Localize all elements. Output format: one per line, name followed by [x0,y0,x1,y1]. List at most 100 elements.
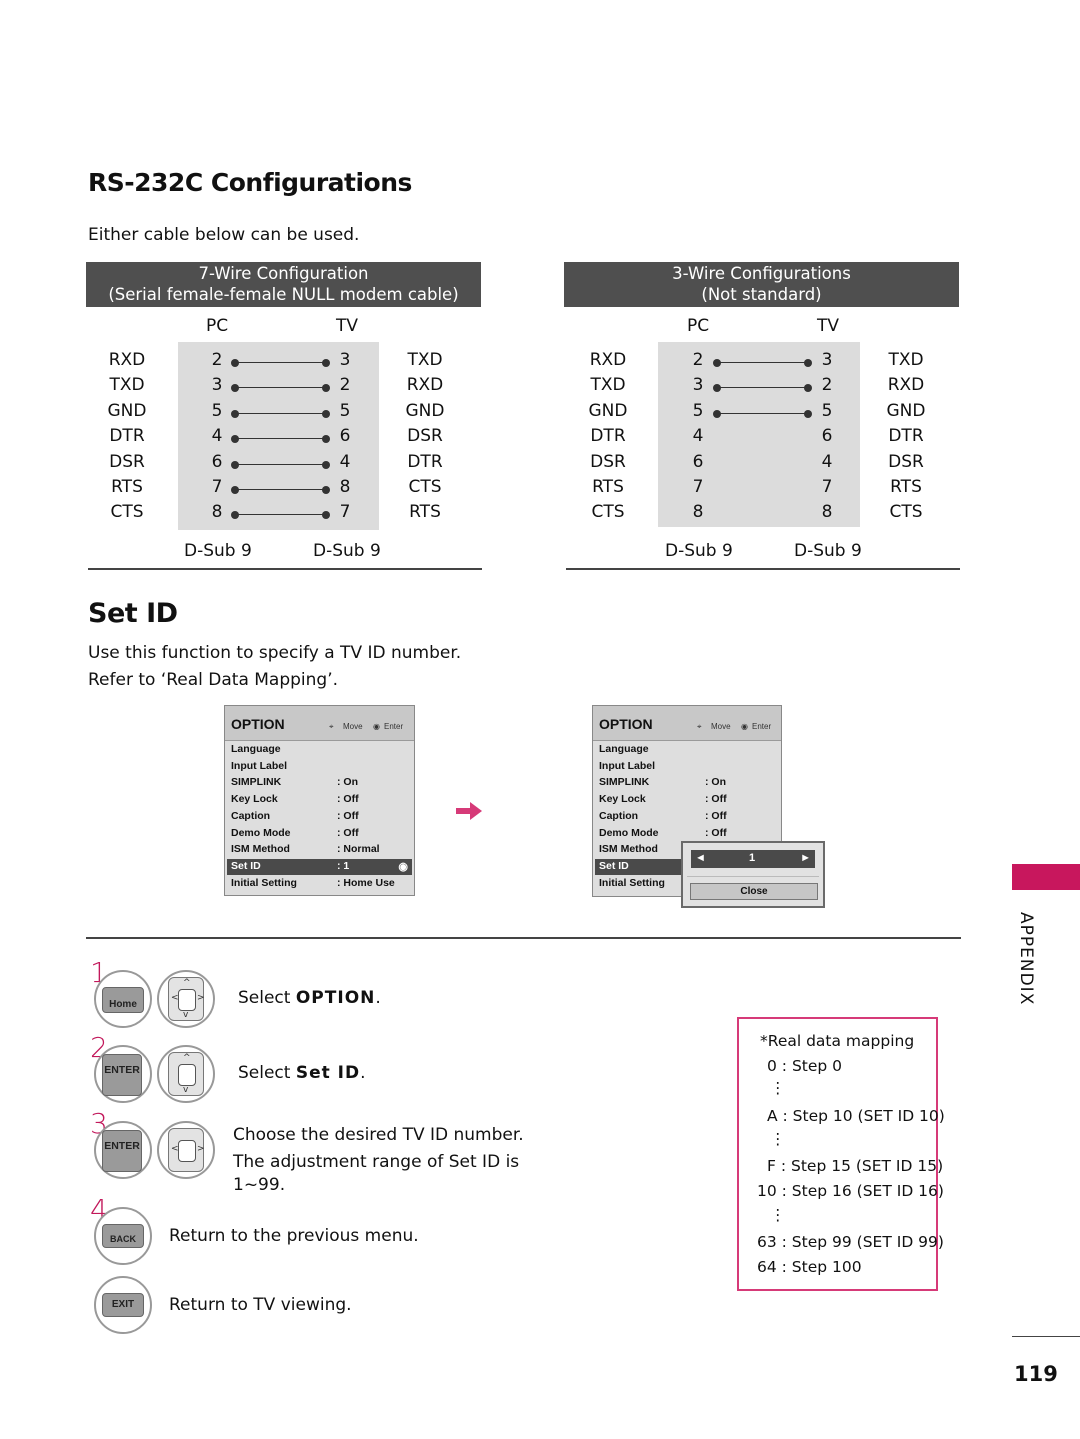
tv-pin: 4 [821,451,833,472]
pin-dot [322,435,330,444]
menu-item[interactable]: Key Lock: Off [227,792,412,808]
mapping-line: 63 : Step 99 (SET ID 99) [757,1233,944,1251]
pc-pin: 7 [211,477,223,497]
tv-connector: D-Sub 9 [313,541,381,561]
pin-dot [713,384,721,393]
appendix-label-wrap: APPENDIX [1012,912,1040,1012]
id-stepper[interactable]: ◄ 1 ► [691,850,815,868]
option-menu: OPTION ⌖ Move ◉ Enter Language Input Labe… [224,705,415,896]
dpad-icon[interactable]: ^ v [168,1052,204,1096]
menu-item-value: : Off [337,809,359,822]
step-1: 1 Home ^ v < > Select OPTION. [86,956,526,1032]
pc-label: PC [687,316,710,336]
chevron-down-icon: v [183,1085,189,1095]
pc-signal: DTR [109,426,145,447]
menu-item[interactable]: Initial Setting: Home Use [227,876,412,892]
menu-item-label: Input Label [599,759,655,772]
menu-item[interactable]: Input Label [227,759,412,775]
pin-dot [322,511,330,520]
menu-item[interactable]: Caption: Off [595,809,779,825]
tv-pin: 5 [339,400,351,421]
menu-item[interactable]: Language [595,742,779,758]
instruction-target: Set ID [295,1063,361,1083]
mapping-line: 0 : Step 0 [767,1057,843,1075]
tv-signal: TXD [407,350,443,370]
tv-pin: 8 [339,477,351,497]
back-button[interactable]: BACK [102,1224,144,1248]
pc-pin: 8 [692,502,704,523]
enter-hint: Enter [752,722,772,731]
enter-button[interactable]: ENTER [102,1054,142,1096]
menu-item-value: : Off [337,793,359,806]
header-line2: (Serial female-female NULL modem cable) [108,285,459,304]
pc-signal: DTR [590,426,626,447]
menu-item[interactable]: Demo Mode: Off [227,826,412,842]
menu-item[interactable]: ISM Method: Normal [227,842,412,858]
seven-wire-config: 7-Wire Configuration (Serial female-fema… [86,262,482,572]
pin-dot [231,511,239,520]
pc-signal: RTS [111,477,143,497]
menu-item-label: Caption [599,809,639,822]
menu-item-label: Set ID [599,859,629,872]
tv-label: TV [817,316,840,336]
pin-row: DSR 6 4 DSR [564,452,964,476]
pc-pin: 5 [692,400,704,421]
menu-item-label: Initial Setting [599,876,665,889]
step-instruction: Return to the previous menu. [169,1226,419,1246]
menu-item[interactable]: SIMPLINK: On [227,775,412,791]
move-icon: ⌖ [329,722,334,731]
pin-dot [804,409,812,418]
mapping-line: 10 : Step 16 (SET ID 16) [757,1182,944,1200]
pc-pin: 6 [211,451,223,472]
tv-pin: 3 [821,350,833,370]
move-icon: ⌖ [697,722,702,731]
wire [235,438,326,440]
enter-button[interactable]: ENTER [102,1130,142,1172]
menu-item-label: Language [231,743,281,755]
three-wire-config: 3-Wire Configurations (Not standard) PC … [564,262,961,572]
divider [88,568,482,570]
navigation-pad-circle: < > [157,1121,215,1179]
right-arrow-icon[interactable]: ► [800,852,811,864]
pin-dot [322,384,330,393]
tv-signal: DSR [888,451,924,472]
ellipsis-icon: ⋮ [770,1079,786,1097]
chevron-right-icon: > [197,993,205,1003]
setid-title: Set ID [88,598,178,629]
menu-header: OPTION ⌖ Move ◉ Enter [593,706,781,741]
dpad-icon[interactable]: < > [168,1128,205,1172]
arrow-right-icon [456,801,482,825]
pc-signal: GND [588,400,628,421]
menu-item[interactable]: Demo Mode: Off [595,826,779,842]
left-arrow-icon[interactable]: ◄ [695,852,706,864]
menu-item-selected[interactable]: Set ID: 1 ◉ [227,858,412,875]
pin-row: CTS 8 7 RTS [86,502,486,526]
dpad-center [178,1140,196,1162]
pc-signal: TXD [109,375,145,396]
remote-button-circle: BACK [94,1207,152,1265]
header-line1: 3-Wire Configurations [672,264,851,283]
pin-row: RXD 2 3 TXD [564,350,964,374]
menu-item[interactable]: Key Lock: Off [595,792,779,808]
pin-row: RXD 2 3 TXD [86,350,486,374]
step-instruction-line1: Choose the desired TV ID number. [233,1125,524,1145]
pc-connector: D-Sub 9 [184,541,252,561]
menu-item[interactable]: Input Label [595,759,779,775]
pc-pin: 4 [692,426,704,447]
instruction-suffix: . [360,1063,366,1083]
menu-item-label: ISM Method [231,843,290,856]
pin-dot [231,384,239,393]
home-button[interactable]: Home [102,987,144,1013]
header-line1: 7-Wire Configuration [198,264,369,283]
dpad-center [178,1064,196,1086]
exit-button[interactable]: EXIT [102,1293,144,1317]
close-button[interactable]: Close [690,883,818,900]
dpad-icon[interactable]: ^ v < > [168,977,205,1021]
menu-item[interactable]: SIMPLINK: On [595,775,779,791]
pc-connector: D-Sub 9 [665,541,733,561]
menu-item[interactable]: Caption: Off [227,809,412,825]
remote-button-circle: ENTER [94,1121,152,1179]
pin-dot [322,359,330,367]
move-hint: Move [343,722,363,731]
menu-item[interactable]: Language [227,742,412,758]
